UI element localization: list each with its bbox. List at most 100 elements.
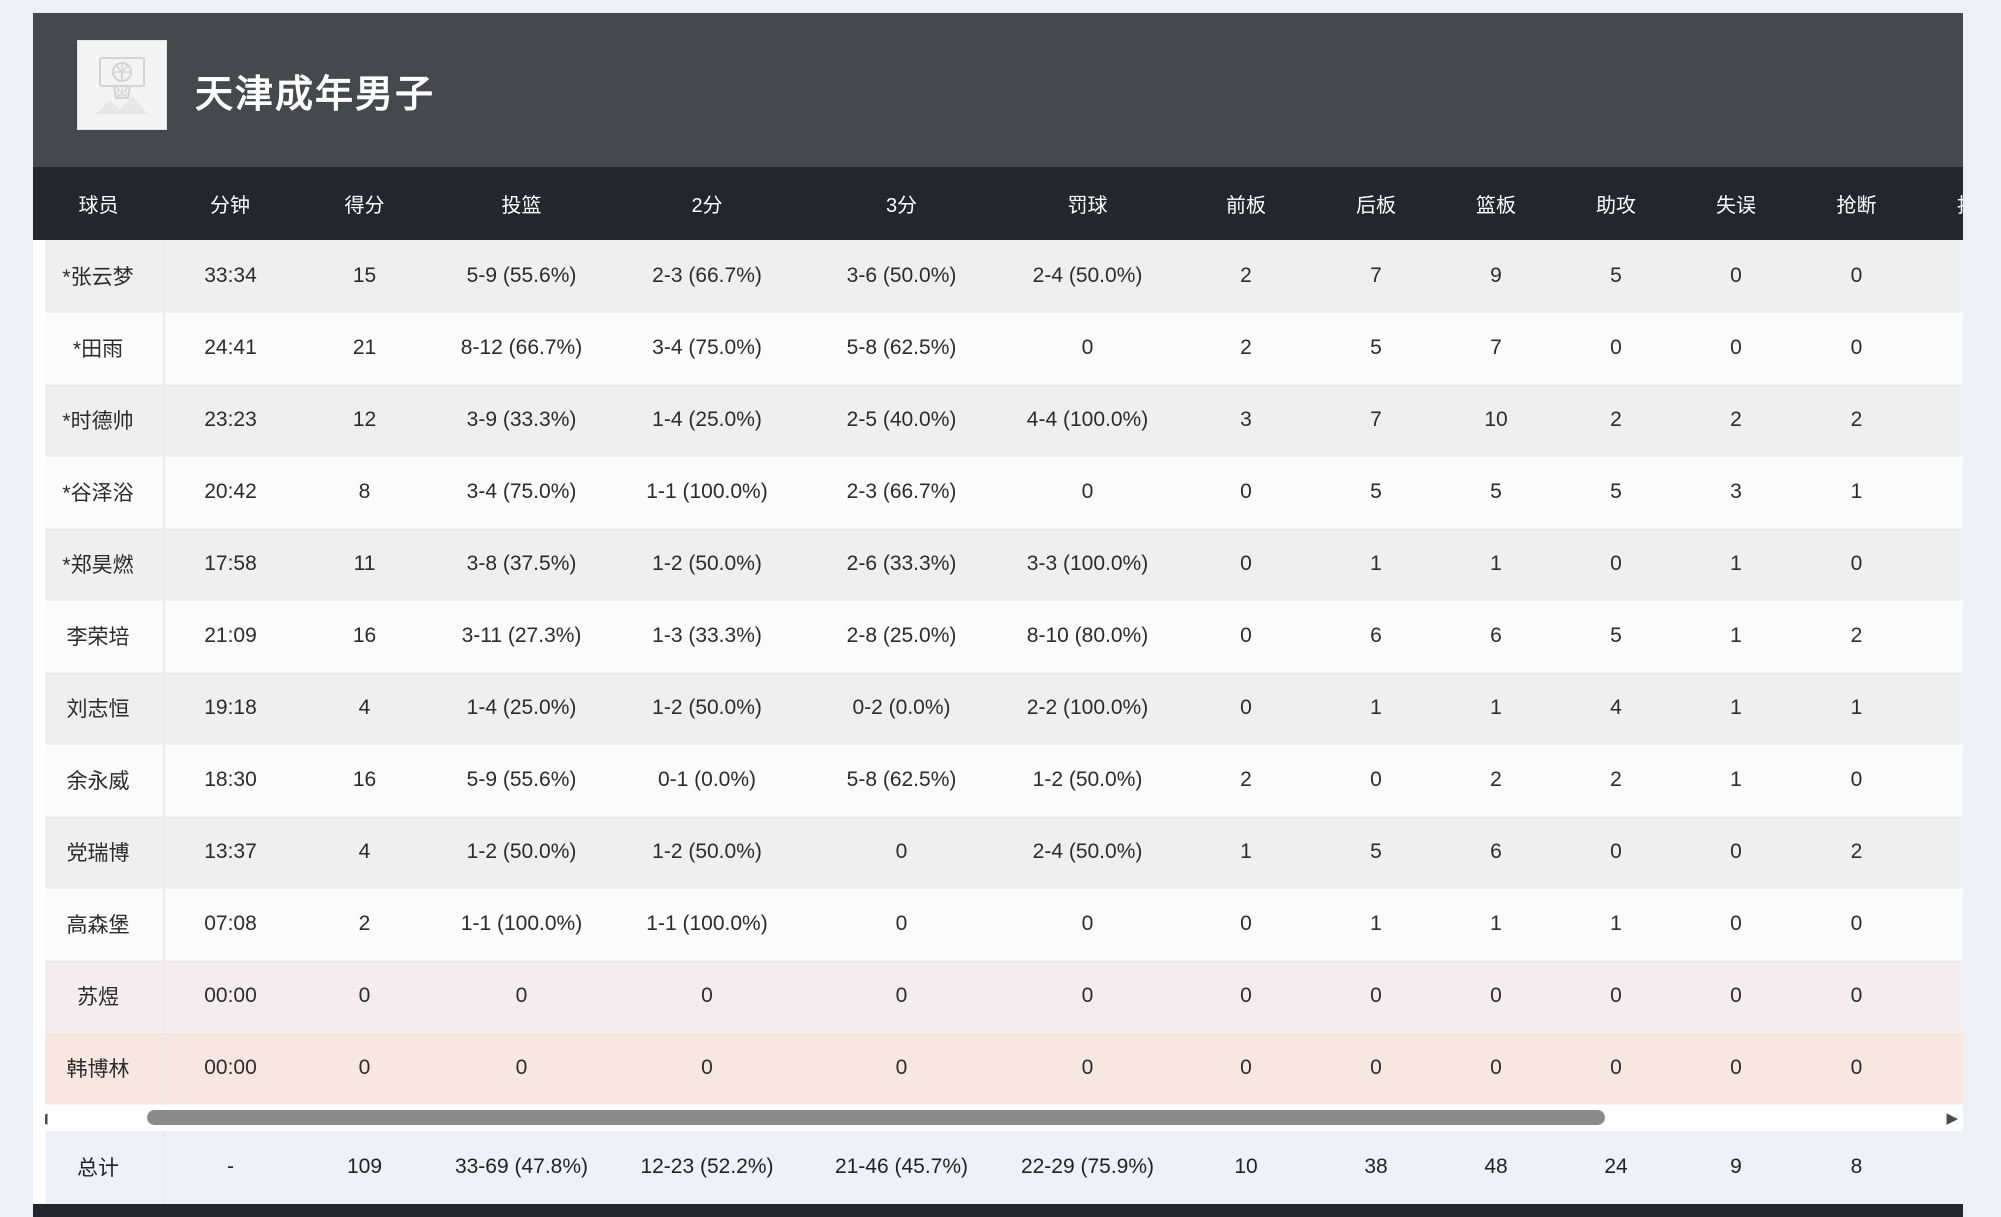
stat-cell <box>1917 888 1963 960</box>
stat-cell: 2 <box>1556 384 1676 456</box>
stat-cell: 3-3 (100.0%) <box>999 528 1176 600</box>
player-name-cell: *田雨 <box>33 312 164 384</box>
column-header-4: 投篮 <box>433 167 610 240</box>
player-name-cell: 刘志恒 <box>33 672 164 744</box>
column-header-11: 助攻 <box>1556 167 1676 240</box>
stats-table: 球员分钟得分投篮2分3分罚球前板后板篮板助攻失误抢断扣篮 *张云梦33:3415… <box>33 167 1963 1105</box>
table-row[interactable]: *谷泽浴20:4283-4 (75.0%)1-1 (100.0%)2-3 (66… <box>33 456 1963 528</box>
stat-cell: 1 <box>1796 672 1917 744</box>
stat-cell: 5 <box>1556 456 1676 528</box>
stat-cell: 0 <box>433 960 610 1032</box>
stat-cell <box>1917 672 1963 744</box>
table-row[interactable]: *时德帅23:23123-9 (33.3%)1-4 (25.0%)2-5 (40… <box>33 384 1963 456</box>
stat-cell: 18:30 <box>164 744 296 816</box>
stat-cell: 17:58 <box>164 528 296 600</box>
stat-cell: 2 <box>1796 384 1917 456</box>
stat-cell: 1 <box>1436 888 1556 960</box>
stat-cell: 23:23 <box>164 384 296 456</box>
stat-cell: 00:00 <box>164 1032 296 1104</box>
stat-cell: 3-4 (75.0%) <box>610 312 804 384</box>
stat-cell <box>1917 960 1963 1032</box>
stat-cell: 0 <box>433 1032 610 1104</box>
stat-cell <box>1917 240 1963 312</box>
total-stat-cell: 9 <box>1676 1131 1796 1204</box>
stat-cell: 0 <box>1176 600 1316 672</box>
stat-cell: 1-3 (33.3%) <box>610 600 804 672</box>
stat-cell: 1-2 (50.0%) <box>610 528 804 600</box>
table-row[interactable]: 韩博林00:0000000000000 <box>33 1032 1963 1104</box>
stat-cell: 0 <box>999 312 1176 384</box>
stat-cell: 6 <box>1436 600 1556 672</box>
stat-cell: 4-4 (100.0%) <box>999 384 1176 456</box>
table-row[interactable]: 高森堡07:0821-1 (100.0%)1-1 (100.0%)0001110… <box>33 888 1963 960</box>
stat-cell: 2-2 (100.0%) <box>999 672 1176 744</box>
stat-cell: 3-4 (75.0%) <box>433 456 610 528</box>
stat-cell: 2-3 (66.7%) <box>804 456 999 528</box>
table-row[interactable]: 苏煜00:0000000000000 <box>33 960 1963 1032</box>
total-stat-cell: 48 <box>1436 1131 1556 1204</box>
page: { "page": { "background_color": "#edf1f7… <box>0 0 2001 1217</box>
column-header-12: 失误 <box>1676 167 1796 240</box>
stats-table-viewport: 球员分钟得分投篮2分3分罚球前板后板篮板助攻失误抢断扣篮 *张云梦33:3415… <box>33 167 1963 1105</box>
stat-cell: 3 <box>1176 384 1316 456</box>
player-name-cell: 党瑞博 <box>33 816 164 888</box>
stat-cell: 0-1 (0.0%) <box>610 744 804 816</box>
team-stats-card: 天津成年男子 球员分钟得分投篮2分3分罚球前板后板篮板助攻失误抢断扣篮 *张云梦… <box>33 13 1963 1217</box>
stat-cell: 0 <box>1556 816 1676 888</box>
stat-cell: 0 <box>1436 960 1556 1032</box>
table-header-row: 球员分钟得分投篮2分3分罚球前板后板篮板助攻失误抢断扣篮 <box>33 167 1963 240</box>
stat-cell: 0 <box>1556 528 1676 600</box>
stat-cell: 2-4 (50.0%) <box>999 240 1176 312</box>
stat-cell: 5-8 (62.5%) <box>804 744 999 816</box>
stat-cell: 5 <box>1316 312 1436 384</box>
stat-cell <box>1917 744 1963 816</box>
table-row[interactable]: *郑昊燃17:58113-8 (37.5%)1-2 (50.0%)2-6 (33… <box>33 528 1963 600</box>
table-row[interactable]: *田雨24:41218-12 (66.7%)3-4 (75.0%)5-8 (62… <box>33 312 1963 384</box>
stat-cell: 1-4 (25.0%) <box>433 672 610 744</box>
stat-cell: 8-10 (80.0%) <box>999 600 1176 672</box>
table-row[interactable]: 李荣培21:09163-11 (27.3%)1-3 (33.3%)2-8 (25… <box>33 600 1963 672</box>
stat-cell: 3 <box>1676 456 1796 528</box>
stat-cell: 13:37 <box>164 816 296 888</box>
team-logo <box>77 40 167 130</box>
player-name-cell: 高森堡 <box>33 888 164 960</box>
stat-cell: 24:41 <box>164 312 296 384</box>
total-stat-cell: 109 <box>296 1131 433 1204</box>
stat-cell: 07:08 <box>164 888 296 960</box>
table-row[interactable]: *张云梦33:34155-9 (55.6%)2-3 (66.7%)3-6 (50… <box>33 240 1963 312</box>
stat-cell: 6 <box>1436 816 1556 888</box>
stat-cell: 9 <box>1436 240 1556 312</box>
stat-cell: 5 <box>1556 600 1676 672</box>
stat-cell: 1 <box>1676 528 1796 600</box>
stat-cell: 0 <box>804 1032 999 1104</box>
stat-cell: 0 <box>804 960 999 1032</box>
team-title-bar: 天津成年男子 <box>33 13 1963 167</box>
table-row[interactable]: 余永威18:30165-9 (55.6%)0-1 (0.0%)5-8 (62.5… <box>33 744 1963 816</box>
column-header-10: 篮板 <box>1436 167 1556 240</box>
stat-cell: 1 <box>1556 888 1676 960</box>
stat-cell: 15 <box>296 240 433 312</box>
scrollbar-thumb[interactable] <box>147 1110 1605 1125</box>
scroll-right-arrow-icon[interactable]: ▶ <box>1946 1105 1958 1131</box>
stat-cell: 0 <box>999 960 1176 1032</box>
table-row[interactable]: 刘志恒19:1841-4 (25.0%)1-2 (50.0%)0-2 (0.0%… <box>33 672 1963 744</box>
team-name-title: 天津成年男子 <box>195 13 435 167</box>
stat-cell: 2 <box>1676 384 1796 456</box>
stat-cell: 2-3 (66.7%) <box>610 240 804 312</box>
player-name-cell: *郑昊燃 <box>33 528 164 600</box>
column-header-2: 分钟 <box>164 167 296 240</box>
player-name-cell: *时德帅 <box>33 384 164 456</box>
stat-cell: 3-8 (37.5%) <box>433 528 610 600</box>
table-row[interactable]: 党瑞博13:3741-2 (50.0%)1-2 (50.0%)02-4 (50.… <box>33 816 1963 888</box>
stat-cell: 2-8 (25.0%) <box>804 600 999 672</box>
stat-cell: 0 <box>1176 528 1316 600</box>
stat-cell: 1-1 (100.0%) <box>433 888 610 960</box>
stat-cell: 7 <box>1316 240 1436 312</box>
stat-cell: 0 <box>1676 960 1796 1032</box>
total-stat-cell: 21-46 (45.7%) <box>804 1131 999 1204</box>
stat-cell: 5-9 (55.6%) <box>433 240 610 312</box>
horizontal-scrollbar[interactable]: ◀ ▶ <box>33 1105 1963 1131</box>
total-stat-cell: 22-29 (75.9%) <box>999 1131 1176 1204</box>
stat-cell: 0 <box>1176 888 1316 960</box>
total-stat-cell: - <box>164 1131 296 1204</box>
